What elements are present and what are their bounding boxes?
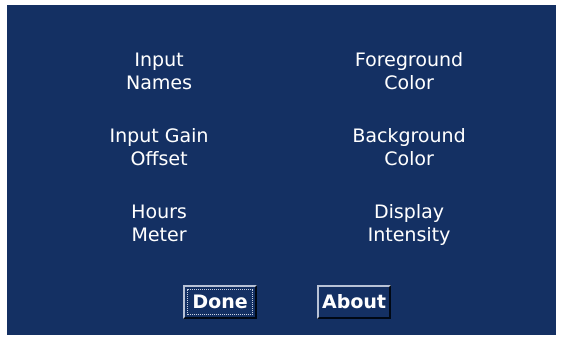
background-color-line2: Color [384,148,434,170]
hours-meter-line2: Meter [131,224,187,246]
input-gain-offset-option[interactable]: Input Gain Offset [59,125,259,171]
foreground-color-line2: Color [384,72,434,94]
background-color-line1: Background [352,125,466,147]
input-names-line1: Input [134,49,184,71]
done-button[interactable]: Done [183,285,257,319]
settings-screen: Input Names Foreground Color Input Gain … [7,5,556,335]
display-intensity-line2: Intensity [367,224,451,246]
background-color-option[interactable]: Background Color [309,125,509,171]
input-gain-offset-line1: Input Gain [109,125,209,147]
input-names-option[interactable]: Input Names [59,49,259,95]
foreground-color-option[interactable]: Foreground Color [309,49,509,95]
foreground-color-line1: Foreground [354,49,464,71]
display-intensity-line1: Display [373,201,445,223]
input-gain-offset-line2: Offset [130,148,188,170]
input-names-line2: Names [126,72,192,94]
hours-meter-line1: Hours [131,201,187,223]
about-button[interactable]: About [317,285,391,319]
display-intensity-option[interactable]: Display Intensity [309,201,509,247]
hours-meter-option[interactable]: Hours Meter [59,201,259,247]
